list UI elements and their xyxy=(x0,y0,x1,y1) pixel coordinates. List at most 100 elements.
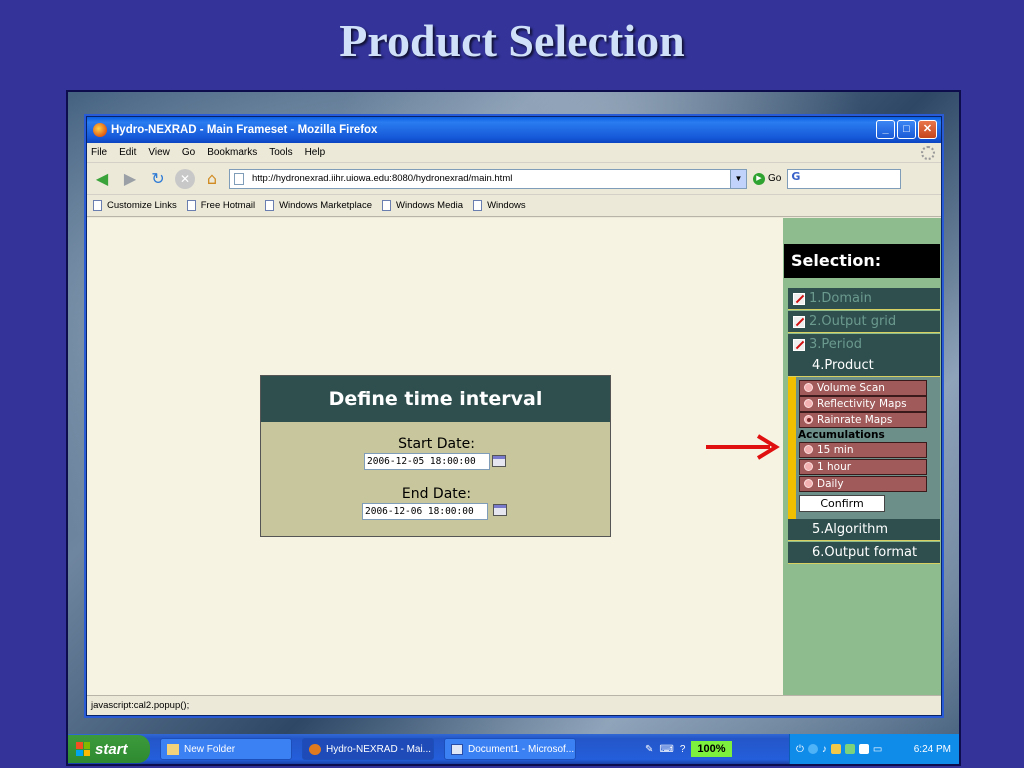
help-icon[interactable]: ? xyxy=(680,744,686,755)
option-15-min[interactable]: 15 min xyxy=(799,442,927,458)
menu-help[interactable]: Help xyxy=(305,147,326,158)
end-calendar-icon[interactable] xyxy=(493,504,507,516)
signal-icon[interactable] xyxy=(844,744,855,754)
step-label: 4.Product xyxy=(812,357,874,373)
time-interval-heading: Define time interval xyxy=(261,376,610,422)
option-label: Reflectivity Maps xyxy=(817,398,907,410)
start-calendar-icon[interactable] xyxy=(492,455,506,467)
page-icon xyxy=(186,200,196,211)
title-bar: Hydro-NEXRAD - Main Frameset - Mozilla F… xyxy=(87,117,941,143)
option-label: 1 hour xyxy=(817,461,852,473)
task-label: Hydro-NEXRAD - Mai... xyxy=(326,743,432,755)
page-icon xyxy=(382,200,391,211)
url-field[interactable]: http://hydronexrad.iihr.uiowa.edu:8080/h… xyxy=(229,168,747,189)
option-volume-scan[interactable]: Volume Scan xyxy=(799,380,927,396)
close-button[interactable]: ✕ xyxy=(918,120,937,139)
selection-sidebar: Selection: 1.Domain 2.Output grid 3.Peri… xyxy=(783,218,941,696)
option-rainrate-maps[interactable]: Rainrate Maps xyxy=(799,412,927,428)
step-output-format[interactable]: 6.Output format xyxy=(788,542,940,564)
product-options-panel: Volume Scan Reflectivity Maps Rainrate M… xyxy=(788,377,940,519)
home-icon[interactable]: ⌂ xyxy=(201,168,223,190)
page-icon xyxy=(93,200,102,211)
step-label: 1.Domain xyxy=(809,290,872,306)
task-new-folder[interactable]: New Folder xyxy=(160,738,292,760)
volume-icon[interactable]: ♪ xyxy=(822,744,827,755)
menu-bar: File Edit View Go Bookmarks Tools Help xyxy=(87,143,941,163)
keyboard-icon[interactable]: ⌨ xyxy=(659,744,673,755)
monitor-icon[interactable]: ▭ xyxy=(873,744,882,755)
menu-edit[interactable]: Edit xyxy=(119,147,136,158)
folder-icon xyxy=(167,743,179,755)
option-daily[interactable]: Daily xyxy=(799,476,927,492)
task-label: New Folder xyxy=(184,743,236,755)
step-domain[interactable]: 1.Domain xyxy=(788,288,940,310)
reload-icon[interactable]: ↻ xyxy=(147,168,169,190)
bookmark-item[interactable]: Windows Media xyxy=(382,200,463,211)
start-date-input[interactable]: 2006-12-05 18:00:00 xyxy=(364,453,490,470)
page-content: Define time interval Start Date: 2006-12… xyxy=(87,218,941,696)
menu-file[interactable]: File xyxy=(91,147,107,158)
minimize-button[interactable]: _ xyxy=(876,120,895,139)
windows-logo-icon xyxy=(76,742,90,756)
confirm-button[interactable]: Confirm xyxy=(799,495,885,512)
bookmark-item[interactable]: Customize Links xyxy=(93,200,177,211)
zoom-indicator[interactable]: 100% xyxy=(691,741,732,757)
forward-icon[interactable]: ▶ xyxy=(119,168,141,190)
bookmark-item[interactable]: Free Hotmail xyxy=(186,200,256,211)
step-algorithm[interactable]: 5.Algorithm xyxy=(788,519,940,541)
checked-icon xyxy=(793,338,805,351)
bookmark-item[interactable]: Windows xyxy=(473,200,526,211)
task-label: Document1 - Microsof... xyxy=(468,743,575,755)
stop-icon[interactable]: ✕ xyxy=(175,168,195,189)
start-label: start xyxy=(95,740,128,758)
radio-icon[interactable] xyxy=(804,383,813,392)
bookmark-item[interactable]: Windows Marketplace xyxy=(265,200,372,211)
end-date-label: End Date: xyxy=(401,486,472,502)
option-label: Daily xyxy=(817,478,844,490)
bookmark-label: Free Hotmail xyxy=(200,200,256,211)
start-button[interactable]: start xyxy=(68,735,150,763)
radio-icon[interactable] xyxy=(804,462,813,471)
page-icon xyxy=(265,200,275,211)
menu-view[interactable]: View xyxy=(148,147,170,158)
display-icon[interactable] xyxy=(858,744,869,754)
menu-go[interactable]: Go xyxy=(182,147,195,158)
end-date-input[interactable]: 2006-12-06 18:00:00 xyxy=(362,503,488,520)
back-icon[interactable] xyxy=(807,744,818,754)
red-arrow-icon xyxy=(706,434,780,460)
google-icon: G xyxy=(791,169,801,183)
menu-tools[interactable]: Tools xyxy=(269,147,292,158)
go-button[interactable]: ▶ Go xyxy=(753,172,781,185)
step-output-grid[interactable]: 2.Output grid xyxy=(788,311,940,333)
step-label: 5.Algorithm xyxy=(812,521,889,537)
bookmark-label: Windows Marketplace xyxy=(279,200,372,211)
step-period[interactable]: 3.Period xyxy=(788,334,940,356)
task-word[interactable]: Document1 - Microsof... xyxy=(444,738,576,760)
selection-heading: Selection: xyxy=(784,244,940,278)
page-icon xyxy=(234,172,244,185)
bookmark-label: Windows Media xyxy=(396,200,464,211)
pen-icon[interactable]: ✎ xyxy=(645,744,653,755)
back-icon[interactable]: ◀ xyxy=(91,168,113,190)
menu-bookmarks[interactable]: Bookmarks xyxy=(207,147,257,158)
navigation-toolbar: ◀ ▶ ↻ ✕ ⌂ http://hydronexrad.iihr.uiowa.… xyxy=(87,163,941,195)
maximize-button[interactable]: □ xyxy=(897,120,916,139)
radio-icon[interactable] xyxy=(804,479,813,488)
network-icon[interactable] xyxy=(830,744,841,754)
step-label: 2.Output grid xyxy=(809,313,897,329)
radio-icon[interactable] xyxy=(804,399,813,408)
search-input[interactable]: G xyxy=(787,168,902,189)
url-text: http://hydronexrad.iihr.uiowa.edu:8080/h… xyxy=(252,173,513,184)
option-label: Volume Scan xyxy=(817,382,885,394)
option-1-hour[interactable]: 1 hour xyxy=(799,459,927,475)
url-dropdown-icon[interactable]: ▼ xyxy=(730,169,746,188)
screenshot-frame: Hydro-NEXRAD - Main Frameset - Mozilla F… xyxy=(66,90,961,766)
step-product[interactable]: 4.Product xyxy=(788,355,940,377)
task-firefox[interactable]: Hydro-NEXRAD - Mai... xyxy=(302,738,434,760)
option-label: 15 min xyxy=(817,444,854,456)
option-reflectivity-maps[interactable]: Reflectivity Maps xyxy=(799,396,927,412)
power-icon[interactable]: ⏻ xyxy=(796,744,804,755)
radio-selected-icon[interactable] xyxy=(804,415,813,424)
start-date-label: Start Date: xyxy=(398,436,475,452)
radio-icon[interactable] xyxy=(804,445,813,454)
